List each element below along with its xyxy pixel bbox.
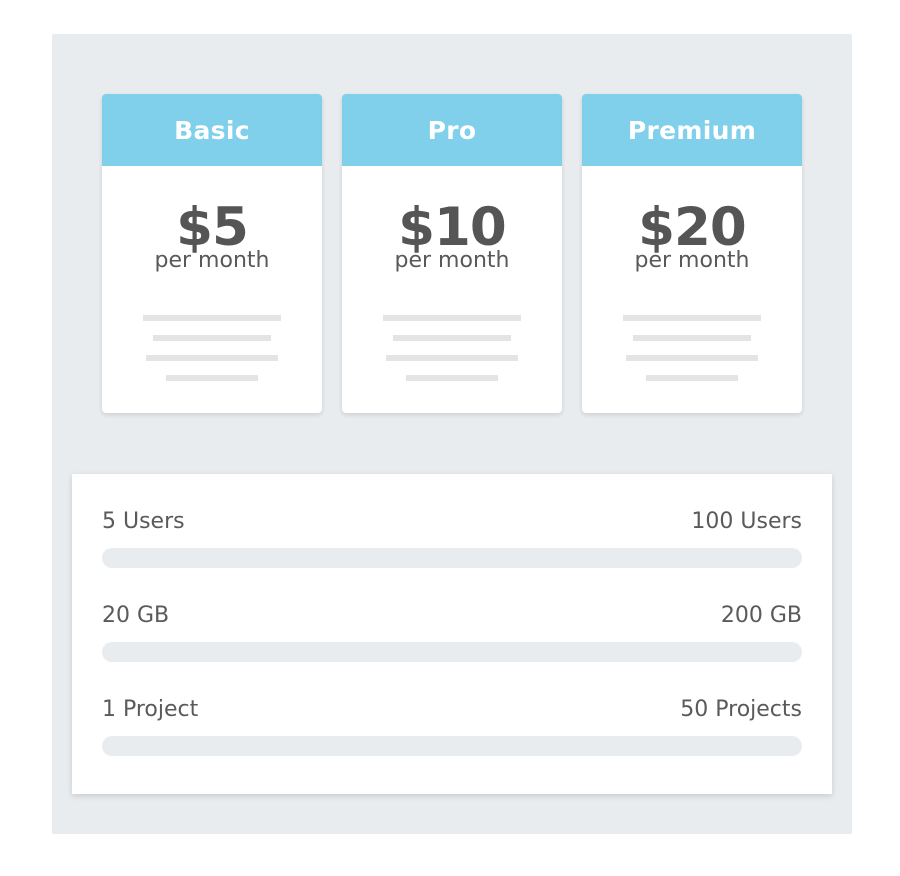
feature-line — [146, 355, 278, 361]
projects-slider-track[interactable] — [102, 736, 802, 756]
feature-line — [623, 315, 761, 321]
feature-line — [166, 375, 258, 381]
feature-line — [626, 355, 758, 361]
users-slider-track[interactable] — [102, 548, 802, 568]
plan-name: Pro — [342, 94, 562, 166]
limit-min-label: 20 GB — [102, 603, 170, 628]
limit-min-label: 5 Users — [102, 509, 185, 534]
plan-features-placeholder — [102, 315, 322, 395]
plan-cards: Basic $5 per month Pro $10 per month Pre… — [102, 94, 802, 414]
plan-features-placeholder — [582, 315, 802, 395]
users-limit-row: 5 Users 100 Users — [102, 508, 802, 568]
limit-max-label: 50 Projects — [680, 697, 802, 722]
limit-max-label: 100 Users — [691, 509, 802, 534]
feature-line — [633, 335, 751, 341]
feature-line — [393, 335, 511, 341]
plan-period: per month — [634, 248, 750, 273]
feature-line — [646, 375, 738, 381]
plan-limits-card: 5 Users 100 Users 20 GB 200 GB 1 Project… — [72, 474, 832, 794]
feature-line — [383, 315, 521, 321]
plan-name: Basic — [102, 94, 322, 166]
feature-line — [153, 335, 271, 341]
storage-slider-track[interactable] — [102, 642, 802, 662]
projects-limit-row: 1 Project 50 Projects — [102, 696, 802, 756]
plan-name: Premium — [582, 94, 802, 166]
limit-max-label: 200 GB — [720, 603, 802, 628]
feature-line — [386, 355, 518, 361]
feature-line — [143, 315, 281, 321]
plan-features-placeholder — [342, 315, 562, 395]
feature-line — [406, 375, 498, 381]
plan-card-basic[interactable]: Basic $5 per month — [102, 94, 322, 413]
plan-period: per month — [154, 248, 270, 273]
plan-period: per month — [394, 248, 510, 273]
plan-card-pro[interactable]: Pro $10 per month — [342, 94, 562, 413]
limit-min-label: 1 Project — [102, 697, 199, 722]
plan-card-premium[interactable]: Premium $20 per month — [582, 94, 802, 413]
storage-limit-row: 20 GB 200 GB — [102, 602, 802, 662]
